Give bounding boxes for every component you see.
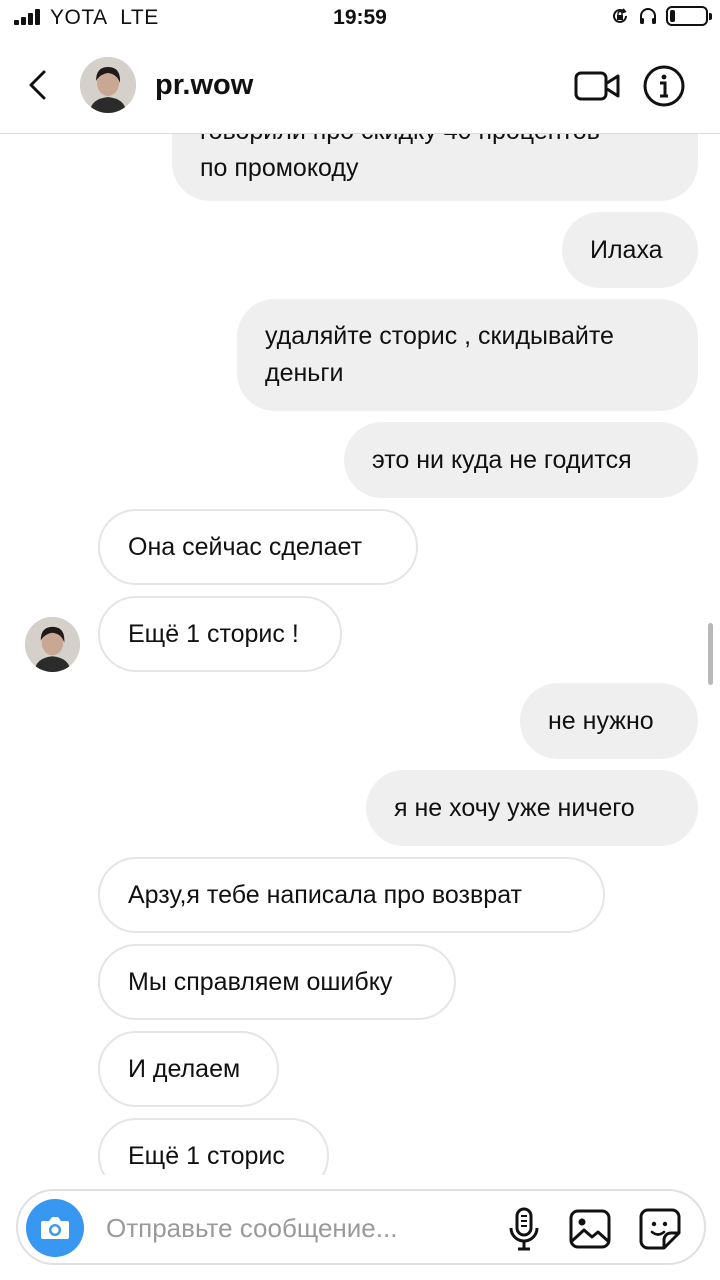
camera-button[interactable] [26, 1199, 84, 1257]
message-bubble-incoming[interactable]: Ещё 1 сторис [98, 1118, 329, 1175]
message-bubble-outgoing[interactable]: это ни куда не годится [344, 422, 698, 498]
message-text: деньги [265, 359, 344, 387]
message-text: говорили про скидку 40 процентов [200, 133, 600, 150]
message-bubble-outgoing[interactable]: удаляйте сторис , скидывайте деньги [237, 299, 698, 411]
message-list[interactable]: говорили про скидку 40 процентов по пром… [0, 133, 720, 1175]
battery-icon [666, 6, 712, 26]
message-bubble-incoming[interactable]: Она сейчас сделает [98, 509, 418, 585]
message-text: Ещё 1 сторис ! [128, 619, 299, 648]
message-input[interactable] [106, 1209, 436, 1247]
sender-avatar[interactable] [25, 617, 80, 672]
camera-icon [41, 1217, 69, 1239]
message-bubble-outgoing[interactable]: не нужно [520, 683, 698, 759]
back-icon[interactable] [22, 68, 56, 102]
message-text: И делаем [128, 1054, 241, 1083]
avatar[interactable] [80, 57, 136, 113]
message-text: по промокоду [200, 154, 359, 182]
message-bubble-outgoing[interactable]: Илаха [562, 212, 698, 288]
chat-username[interactable]: pr.wow [155, 69, 253, 102]
message-text: не нужно [548, 706, 654, 735]
info-icon[interactable] [642, 64, 686, 108]
status-bar: YOTA LTE 19:59 [0, 0, 720, 40]
message-text: это ни куда не годится [372, 445, 632, 474]
headphones-icon [640, 8, 656, 24]
scrollbar[interactable] [708, 623, 713, 685]
message-text: Ещё 1 сторис [128, 1141, 285, 1170]
message-text: я не хочу уже ничего [394, 793, 635, 822]
sticker-icon[interactable] [638, 1207, 682, 1251]
message-bubble-incoming[interactable]: Ещё 1 сторис ! [98, 596, 342, 672]
message-bubble-incoming[interactable]: Мы справляем ошибку [98, 944, 456, 1020]
message-bubble-outgoing[interactable]: говорили про скидку 40 процентов по пром… [172, 133, 698, 201]
message-composer [16, 1189, 706, 1265]
chat-header: pr.wow [0, 40, 720, 134]
message-bubble-incoming[interactable]: Арзу,я тебе написала про возврат [98, 857, 605, 933]
gallery-icon[interactable] [568, 1207, 612, 1251]
message-bubble-incoming[interactable]: И делаем [98, 1031, 279, 1107]
message-text: Мы справляем ошибку [128, 967, 393, 996]
microphone-icon[interactable] [506, 1207, 542, 1251]
message-text: Илаха [590, 235, 663, 264]
lock-rotation-icon [613, 8, 627, 23]
video-call-icon[interactable] [574, 68, 620, 104]
message-text: удаляйте сторис , скидывайте [265, 322, 614, 350]
message-text: Она сейчас сделает [128, 532, 363, 561]
message-bubble-outgoing[interactable]: я не хочу уже ничего [366, 770, 698, 846]
message-text: Арзу,я тебе написала про возврат [128, 880, 523, 909]
